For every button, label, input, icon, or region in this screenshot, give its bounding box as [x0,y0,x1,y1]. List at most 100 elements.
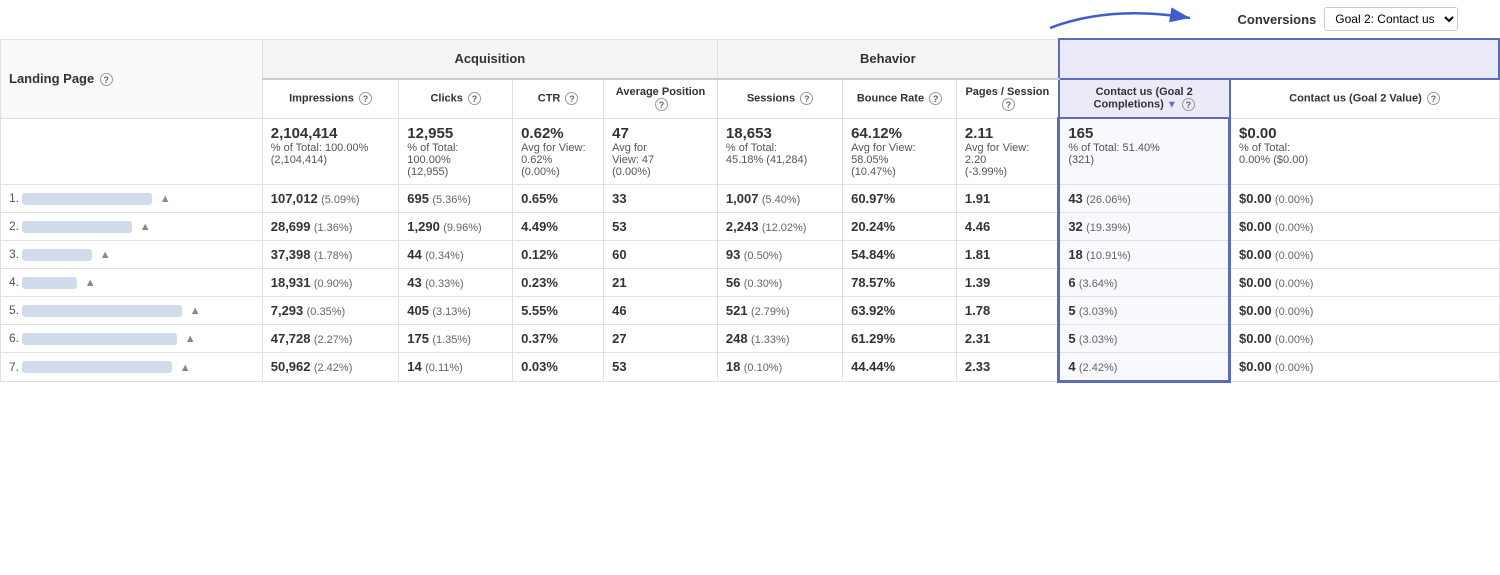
ctr-cell: 0.65% [513,184,604,212]
ctr-help[interactable]: ? [565,92,578,105]
table-row: 1. ▲ 107,012 (5.09%) 695 (5.36%) 0.65% 3… [1,184,1500,212]
goalvalue-cell: $0.00 (0.00%) [1230,212,1499,240]
blurred-url [22,221,132,233]
pages-cell: 1.91 [956,184,1058,212]
totals-row: 2,104,414 % of Total: 100.00%(2,104,414)… [1,118,1500,184]
ctr-header: CTR [538,93,561,105]
copy-icon[interactable]: ▲ [160,193,171,205]
total-completions-sub: % of Total: 51.40%(321) [1068,142,1220,166]
arrow-row: Conversions Goal 2: Contact us [1,0,1500,39]
landing-page-cell: 7. ▲ [1,352,263,381]
total-pages-sub: Avg for View:2.20(-3.99%) [965,142,1049,178]
total-bouncerate: 64.12% [851,125,948,142]
completions-help[interactable]: ? [1182,98,1195,111]
sessions-cell: 93 (0.50%) [717,240,842,268]
copy-icon[interactable]: ▲ [100,249,111,261]
total-pages: 2.11 [965,125,1049,142]
total-completions: 165 [1068,125,1220,142]
total-clicks-sub: % of Total:100.00%(12,955) [407,142,504,178]
landing-page-help[interactable]: ? [100,73,113,86]
clicks-header: Clicks [430,93,462,105]
landing-page-cell: 1. ▲ [1,184,263,212]
completions-cell: 43 (26.06%) [1059,184,1230,212]
copy-icon[interactable]: ▲ [190,305,201,317]
goalvalue-help[interactable]: ? [1427,92,1440,105]
pages-cell: 1.39 [956,268,1058,296]
bouncerate-cell: 78.57% [843,268,957,296]
total-sessions-sub: % of Total:45.18% (41,284) [726,142,834,166]
impressions-cell: 37,398 (1.78%) [262,240,399,268]
copy-icon[interactable]: ▲ [180,362,191,374]
clicks-help[interactable]: ? [468,92,481,105]
landing-page-cell: 2. ▲ [1,212,263,240]
clicks-cell: 695 (5.36%) [399,184,513,212]
impressions-header: Impressions [289,93,354,105]
goal-dropdown[interactable]: Goal 2: Contact us [1324,7,1458,31]
blurred-url [22,305,182,317]
sort-indicator: ▼ [1167,99,1177,110]
sessions-cell: 18 (0.10%) [717,352,842,381]
copy-icon[interactable]: ▲ [140,221,151,233]
ctr-cell: 0.03% [513,352,604,381]
bouncerate-cell: 44.44% [843,352,957,381]
total-sessions: 18,653 [726,125,834,142]
bouncerate-cell: 61.29% [843,324,957,352]
ctr-cell: 0.37% [513,324,604,352]
completions-cell: 5 (3.03%) [1059,296,1230,324]
sessions-cell: 1,007 (5.40%) [717,184,842,212]
goalvalue-cell: $0.00 (0.00%) [1230,324,1499,352]
behavior-header: Behavior [860,51,916,66]
completions-cell: 4 (2.42%) [1059,352,1230,381]
avgpos-cell: 53 [604,352,718,381]
ctr-cell: 0.23% [513,268,604,296]
avgpos-cell: 60 [604,240,718,268]
acquisition-header: Acquisition [454,51,525,66]
bouncerate-cell: 63.92% [843,296,957,324]
copy-icon[interactable]: ▲ [185,333,196,345]
total-ctr-sub: Avg for View:0.62%(0.00%) [521,142,595,178]
pages-cell: 1.78 [956,296,1058,324]
blurred-url [22,333,177,345]
total-avgpos-sub: Avg forView: 47(0.00%) [612,142,709,178]
bouncerate-cell: 54.84% [843,240,957,268]
pages-help[interactable]: ? [1002,98,1015,111]
table-row: 7. ▲ 50,962 (2.42%) 14 (0.11%) 0.03% 53 … [1,352,1500,381]
row-number: 3. [9,247,19,261]
goalvalue-cell: $0.00 (0.00%) [1230,268,1499,296]
section-header-row: Landing Page ? Acquisition Behavior [1,39,1500,79]
row-number: 1. [9,191,19,205]
clicks-cell: 405 (3.13%) [399,296,513,324]
bouncerate-header: Bounce Rate [857,93,924,105]
total-ctr: 0.62% [521,125,595,142]
pages-header: Pages / Session [965,86,1049,98]
impressions-cell: 18,931 (0.90%) [262,268,399,296]
total-goalvalue: $0.00 [1239,125,1490,142]
avgpos-header: Average Position [616,86,705,98]
goalvalue-cell: $0.00 (0.00%) [1230,296,1499,324]
impressions-cell: 7,293 (0.35%) [262,296,399,324]
pages-cell: 2.31 [956,324,1058,352]
ctr-cell: 0.12% [513,240,604,268]
pages-cell: 2.33 [956,352,1058,381]
landing-page-cell: 5. ▲ [1,296,263,324]
blurred-url [22,249,92,261]
copy-icon[interactable]: ▲ [85,277,96,289]
pages-cell: 4.46 [956,212,1058,240]
sessions-help[interactable]: ? [800,92,813,105]
total-impressions-sub: % of Total: 100.00%(2,104,414) [271,142,391,166]
impressions-cell: 50,962 (2.42%) [262,352,399,381]
bouncerate-cell: 60.97% [843,184,957,212]
blurred-url [22,193,152,205]
goalvalue-cell: $0.00 (0.00%) [1230,240,1499,268]
sessions-cell: 56 (0.30%) [717,268,842,296]
bouncerate-help[interactable]: ? [929,92,942,105]
completions-cell: 32 (19.39%) [1059,212,1230,240]
total-bouncerate-sub: Avg for View:58.05%(10.47%) [851,142,948,178]
impressions-cell: 47,728 (2.27%) [262,324,399,352]
sessions-cell: 2,243 (12.02%) [717,212,842,240]
table-row: 3. ▲ 37,398 (1.78%) 44 (0.34%) 0.12% 60 … [1,240,1500,268]
impressions-help[interactable]: ? [359,92,372,105]
bouncerate-cell: 20.24% [843,212,957,240]
clicks-cell: 43 (0.33%) [399,268,513,296]
avgpos-help[interactable]: ? [655,98,668,111]
